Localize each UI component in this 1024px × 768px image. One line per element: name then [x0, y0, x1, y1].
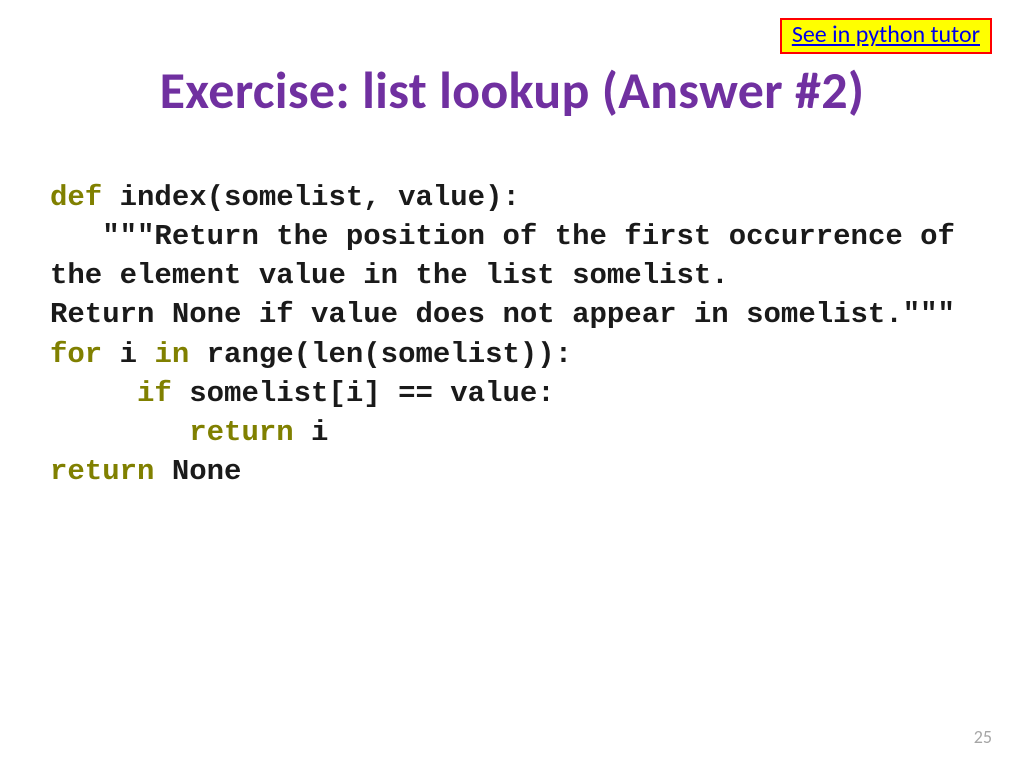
python-tutor-link-box[interactable]: See in python tutor: [780, 18, 992, 54]
keyword-in: in: [154, 338, 189, 371]
slide-title: Exercise: list lookup (Answer #2): [0, 58, 1024, 122]
code-line-if: if somelist[i] == value:: [50, 374, 974, 413]
code-line-for: for i in range(len(somelist)):: [50, 335, 974, 374]
code-line-def: def index(somelist, value):: [50, 178, 974, 217]
code-line-return-none: return None: [50, 452, 974, 491]
keyword-return-1: return: [189, 416, 293, 449]
slide: See in python tutor Exercise: list looku…: [0, 0, 1024, 768]
keyword-def: def: [50, 181, 102, 214]
keyword-return-2: return: [50, 455, 154, 488]
keyword-for: for: [50, 338, 102, 371]
return-none-rest: None: [154, 455, 241, 488]
code-block: def index(somelist, value): """Return th…: [50, 178, 974, 491]
code-line-doc2: Return None if value does not appear in …: [50, 295, 974, 334]
for-mid: i: [102, 338, 154, 371]
signature-rest: index(somelist, value):: [102, 181, 520, 214]
return-i-rest: i: [294, 416, 329, 449]
ret-indent: [50, 416, 189, 449]
for-rest: range(len(somelist)):: [189, 338, 572, 371]
page-number: 25: [974, 726, 992, 748]
if-indent: [50, 377, 137, 410]
python-tutor-link[interactable]: See in python tutor: [792, 20, 980, 49]
code-line-return-i: return i: [50, 413, 974, 452]
keyword-if: if: [137, 377, 172, 410]
if-rest: somelist[i] == value:: [172, 377, 555, 410]
code-line-doc1: """Return the position of the first occu…: [50, 217, 974, 295]
